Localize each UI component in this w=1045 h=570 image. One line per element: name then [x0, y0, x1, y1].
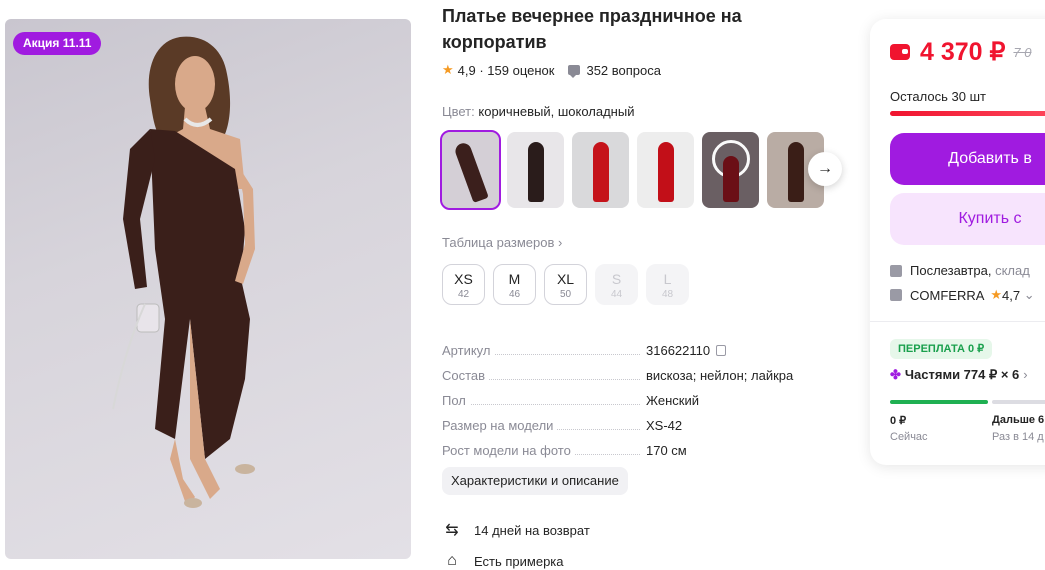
size-label: M: [508, 271, 521, 287]
promo-badge: Акция 11.11: [13, 32, 102, 55]
rating-row[interactable]: ★ 4,9 · 159 оценок 352 вопроса: [442, 62, 661, 78]
divider: [870, 321, 1045, 322]
add-to-cart-button[interactable]: Добавить в: [890, 133, 1045, 185]
delivery-row[interactable]: Послезавтра, склад: [890, 263, 1030, 278]
size-option-l: L 48: [646, 264, 689, 305]
size-label: L: [663, 271, 672, 287]
chevron-right-icon: ›: [558, 235, 563, 250]
size-label: XS: [454, 271, 473, 287]
current-price: 4 370 ₽: [920, 38, 1006, 66]
pay-now-label: Сейчас: [890, 431, 928, 443]
model-photo-illustration: [112, 36, 255, 508]
hanger-icon: ⌂: [447, 552, 457, 569]
seller-row[interactable]: COMFERRA ★ 4,7 ⌄: [890, 287, 1035, 303]
article-number: 316622110: [646, 343, 711, 358]
overpay-badge: ПЕРЕПЛАТА 0 ₽: [890, 339, 993, 359]
size-option-xl[interactable]: XL 50: [544, 264, 587, 305]
size-option-xs[interactable]: XS 42: [442, 264, 485, 305]
installments-text: Частями 774 ₽ × 6: [904, 367, 1020, 382]
spec-row: Размер на модели XS-42: [442, 408, 812, 433]
stock-bar-fill: [890, 111, 1045, 116]
thumbnail-1[interactable]: [440, 130, 501, 210]
box-icon: [890, 264, 902, 277]
size-ru: 48: [661, 289, 674, 300]
seller-name: COMFERRA: [910, 287, 985, 303]
size-ru: 42: [457, 289, 470, 300]
product-specs: Артикул 316622110 Состав вискоза; нейлон…: [442, 333, 812, 458]
reviews-count[interactable]: 159 оценок: [487, 63, 554, 78]
size-ru: 50: [559, 289, 572, 300]
questions-count[interactable]: 352 вопроса: [586, 63, 661, 78]
color-label: Цвет:: [442, 104, 475, 119]
installments-row[interactable]: ✤ Частями 774 ₽ × 6 ›: [890, 367, 1028, 383]
chevron-down-icon: ⌄: [1020, 287, 1035, 302]
rating-separator: ·: [475, 62, 488, 78]
rating-value: 4,9: [457, 62, 476, 78]
size-ru: 46: [508, 289, 521, 300]
spec-value: вискоза; нейлон; лайкра: [646, 368, 794, 383]
size-ru: 44: [610, 289, 623, 300]
buy-card: 4 370 ₽ 7 0 Осталось 30 шт Добавить в Ку…: [870, 19, 1045, 465]
spec-key: Пол: [442, 393, 470, 408]
spec-key: Рост модели на фото: [442, 443, 575, 458]
installment-bar-paid: [890, 400, 988, 404]
pay-now-amount: 0 ₽: [890, 415, 907, 427]
size-table-label: Таблица размеров: [442, 235, 555, 250]
spec-key: Состав: [442, 368, 490, 383]
spec-row: Состав вискоза; нейлон; лайкра: [442, 358, 812, 383]
flower-icon: ✤: [890, 367, 901, 382]
spec-value: 170 см: [646, 443, 687, 458]
feature-fitting: ⌂ Есть примерка: [442, 552, 564, 570]
size-option-s: S 44: [595, 264, 638, 305]
price-row: 4 370 ₽ 7 0: [890, 37, 1032, 67]
thumbnail-2[interactable]: [507, 132, 564, 208]
size-label: XL: [556, 271, 575, 287]
shop-icon: [890, 289, 902, 301]
stock-left: Осталось 30 шт: [890, 89, 986, 104]
arrow-right-icon: →: [817, 160, 833, 177]
size-selector: XS 42 M 46 XL 50 S 44 L 48: [442, 264, 689, 305]
spec-row: Артикул 316622110: [442, 333, 812, 358]
copy-icon[interactable]: [716, 345, 727, 356]
size-table-link[interactable]: Таблица размеров ›: [442, 235, 562, 250]
feature-text: 14 дней на возврат: [474, 522, 590, 538]
spec-row: Пол Женский: [442, 383, 812, 408]
thumbnail-3[interactable]: [572, 132, 629, 208]
installment-bar-rest: [992, 400, 1045, 404]
delivery-date: Послезавтра,: [910, 263, 992, 278]
seller-rating: 4,7: [1002, 287, 1021, 303]
stock-bar: [890, 111, 1045, 116]
old-price: 7 0: [1013, 44, 1032, 60]
feature-returns: ⇆ 14 дней на возврат: [442, 520, 590, 540]
spec-key: Размер на модели: [442, 418, 558, 433]
thumbnail-4[interactable]: [637, 132, 694, 208]
color-row: Цвет: коричневый, шоколадный: [442, 104, 634, 119]
spec-value: Женский: [646, 393, 699, 408]
color-thumbnails: [440, 130, 824, 210]
star-icon: ★: [990, 287, 1003, 302]
pay-later-label: Раз в 14 д: [992, 431, 1044, 443]
chevron-right-icon: ›: [1023, 367, 1028, 382]
wallet-icon: [890, 44, 910, 60]
question-bubble-icon: [568, 65, 581, 78]
spec-value: XS-42: [646, 418, 683, 433]
product-main-photo[interactable]: Акция 11.11: [5, 19, 411, 559]
delivery-warehouse: склад: [995, 263, 1030, 278]
size-option-m[interactable]: M 46: [493, 264, 536, 305]
star-icon: ★: [442, 62, 454, 77]
spec-row: Рост модели на фото 170 см: [442, 433, 812, 458]
product-title: Платье вечернее праздничное на корпорати…: [442, 6, 742, 52]
size-label: S: [611, 271, 622, 287]
characteristics-button[interactable]: Характеристики и описание: [442, 467, 628, 495]
spec-key: Артикул: [442, 343, 495, 358]
feature-text: Есть примерка: [474, 553, 564, 569]
pay-later-amount: Дальше 6: [992, 414, 1045, 426]
return-arrows-icon: ⇆: [445, 522, 459, 539]
color-value: коричневый, шоколадный: [478, 104, 635, 119]
thumbnail-5[interactable]: [702, 132, 759, 208]
buy-now-button[interactable]: Купить с: [890, 193, 1045, 245]
thumbnails-next-button[interactable]: →: [808, 152, 842, 186]
